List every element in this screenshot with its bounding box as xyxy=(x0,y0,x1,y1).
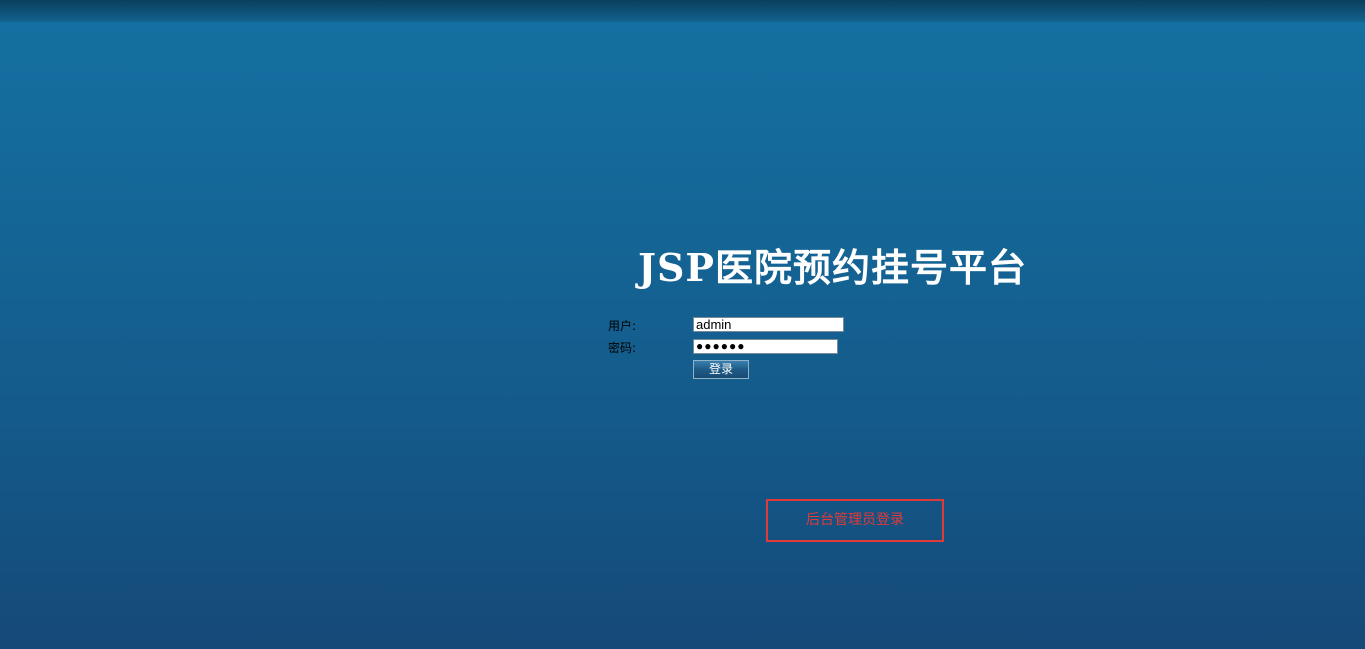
username-label: 用户: xyxy=(608,319,637,333)
top-shade-bar xyxy=(0,0,1365,22)
username-input[interactable]: admin xyxy=(693,317,844,332)
login-button[interactable]: 登录 xyxy=(693,360,749,379)
page-title: JSP医院预约挂号平台 xyxy=(638,245,1027,290)
admin-login-link[interactable]: 后台管理员登录 xyxy=(766,499,944,542)
password-input[interactable]: ●●●●●● xyxy=(693,339,838,354)
password-label: 密码: xyxy=(608,341,637,355)
